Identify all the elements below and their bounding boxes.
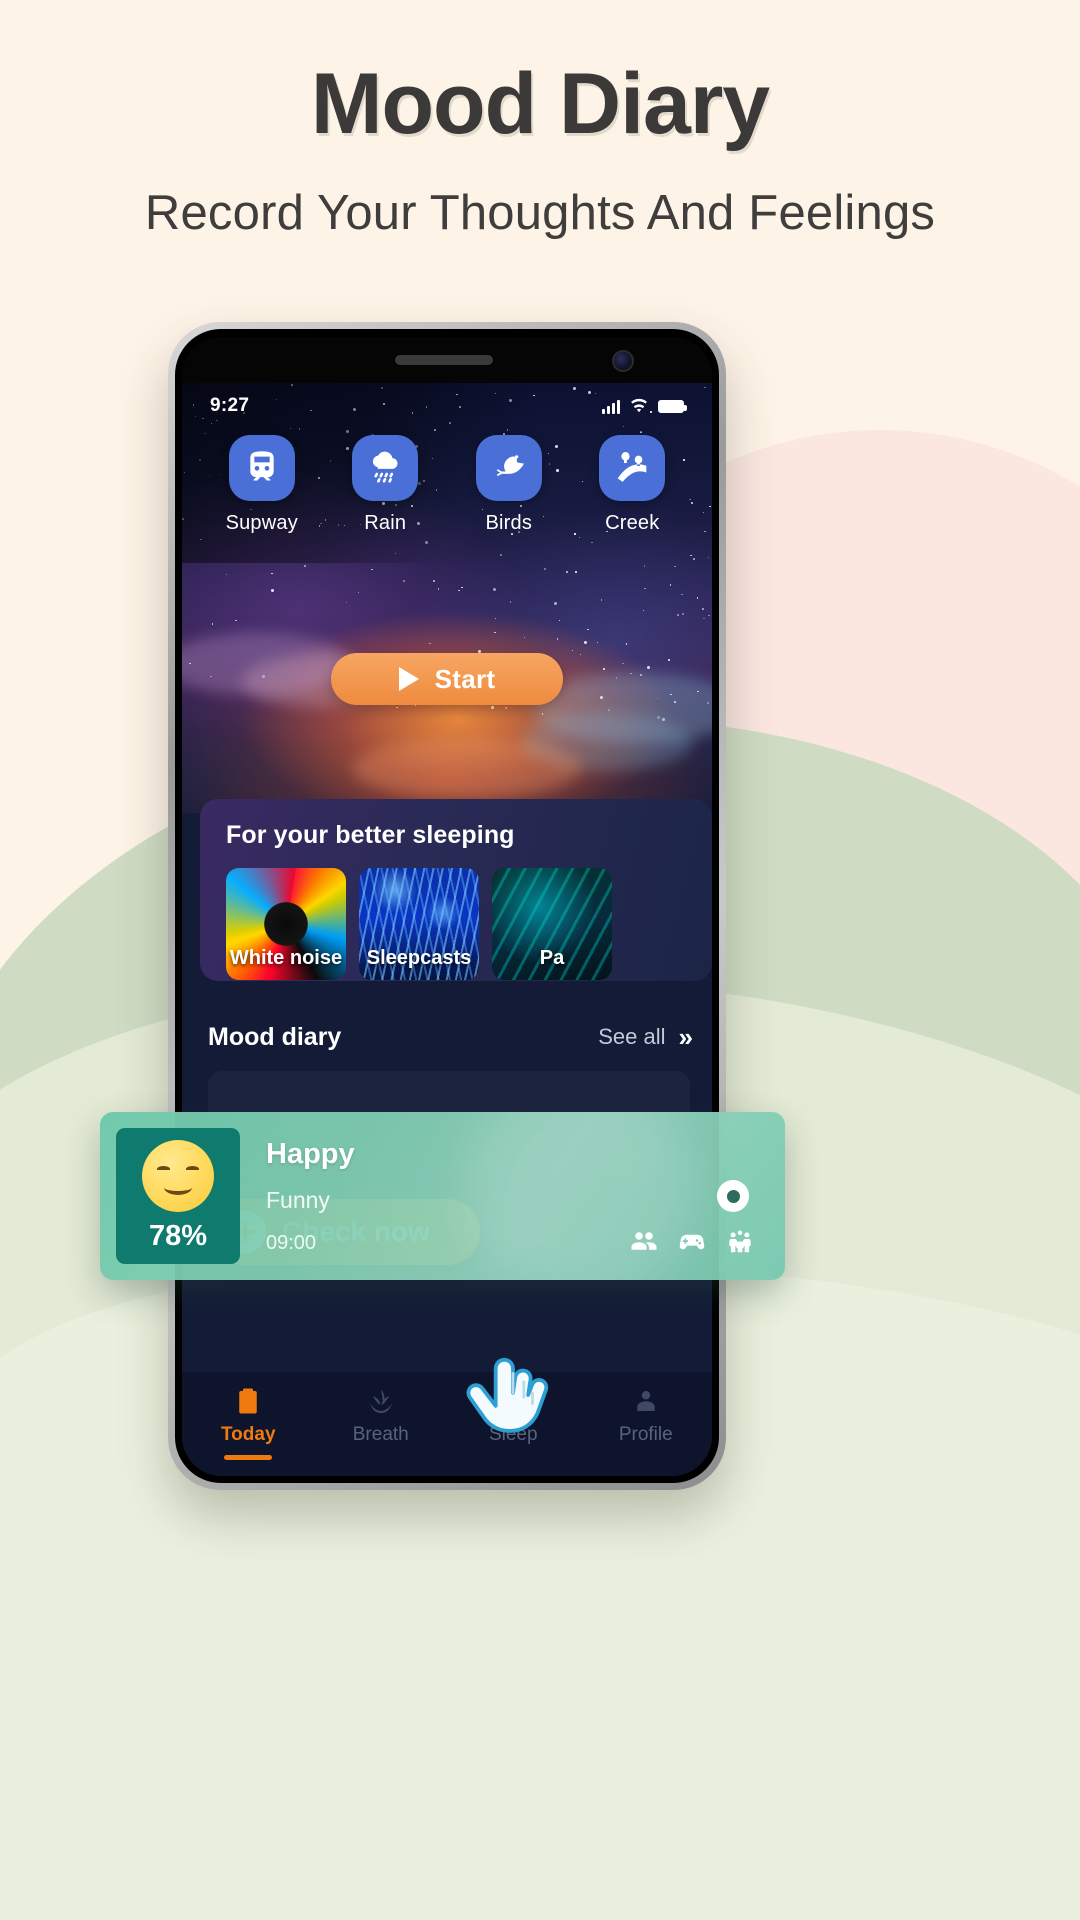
mood-time: 09:00 — [266, 1231, 317, 1254]
emoji-eye-left — [157, 1165, 170, 1172]
play-icon — [398, 667, 419, 691]
lotus-icon — [369, 1389, 392, 1413]
mood-diary-title: Mood diary — [208, 1022, 342, 1051]
better-sleeping-card: For your better sleeping White noise Sle… — [200, 799, 712, 981]
phone-screen: 9:27 Supway Rain Birds Creek Start For y… — [182, 337, 712, 1476]
mood-tag-icons — [629, 1226, 755, 1256]
page-header: Mood Diary Record Your Thoughts And Feel… — [0, 0, 1080, 241]
sound-item-creek[interactable]: Creek — [586, 435, 678, 535]
emoji-eye-right — [186, 1165, 199, 1172]
see-all-label: See all — [598, 1024, 666, 1049]
signal-bars-icon — [602, 399, 620, 414]
bird-icon — [475, 435, 542, 501]
train-icon — [228, 435, 295, 501]
sound-label: Birds — [485, 512, 533, 534]
hand-pointer-icon — [466, 1357, 549, 1433]
page-subtitle: Record Your Thoughts And Feelings — [144, 185, 936, 240]
nav-item-profile[interactable]: Profile — [580, 1386, 713, 1446]
phone-notch — [182, 337, 712, 383]
nav-item-today[interactable]: Today — [182, 1386, 315, 1460]
nav-label: Today — [220, 1424, 276, 1445]
sleep-thumbnail-carousel[interactable]: White noise Sleepcasts Pa — [200, 850, 712, 980]
eye-icon[interactable] — [717, 1180, 749, 1212]
page-title: Mood Diary — [310, 56, 770, 152]
phone-mockup: 9:27 Supway Rain Birds Creek Start For y… — [168, 322, 726, 1490]
wifi-icon — [631, 398, 647, 413]
sound-label: Supway — [225, 512, 298, 534]
sound-item-rain[interactable]: Rain — [339, 435, 431, 535]
nav-label: Breath — [352, 1424, 409, 1445]
people-icon[interactable] — [629, 1226, 659, 1256]
mood-diary-header: Mood diary See all » — [208, 1015, 694, 1059]
see-all-button[interactable]: See all » — [598, 1021, 694, 1053]
sound-item-supway[interactable]: Supway — [216, 435, 308, 535]
battery-full-icon — [658, 399, 687, 413]
status-icons — [602, 396, 687, 416]
better-sleeping-title: For your better sleeping — [226, 821, 515, 849]
sleep-card-label: Sleepcasts — [366, 947, 472, 969]
nav-active-indicator — [224, 1455, 273, 1460]
cloud-center — [352, 738, 582, 798]
sleep-card-sleepcasts[interactable]: Sleepcasts — [359, 868, 479, 980]
earpiece-speaker — [395, 355, 493, 365]
bottom-navigation[interactable]: Today Breath Sleep Profile — [182, 1372, 712, 1476]
mood-name: Happy — [266, 1137, 355, 1170]
sound-shortcuts[interactable]: Supway Rain Birds Creek — [182, 435, 712, 535]
creek-icon — [599, 435, 666, 501]
emoji-mouth — [164, 1180, 192, 1195]
start-button-label: Start — [434, 663, 496, 694]
mood-score-box: 78% — [116, 1128, 240, 1264]
sound-label: Creek — [605, 512, 660, 534]
person-icon — [637, 1391, 655, 1411]
chevron-double-right-icon: » — [678, 1021, 694, 1052]
mood-note: Funny — [266, 1186, 330, 1213]
sound-label: Rain — [364, 512, 407, 534]
start-button[interactable]: Start — [331, 653, 563, 705]
mood-percent: 78% — [148, 1219, 208, 1252]
nav-item-breath[interactable]: Breath — [315, 1386, 448, 1446]
status-time: 9:27 — [210, 395, 250, 416]
gamepad-icon[interactable] — [677, 1226, 707, 1256]
mood-entry-card[interactable]: 78% Happy Funny 09:00 — [100, 1112, 785, 1280]
nav-label: Profile — [618, 1424, 673, 1445]
sound-item-birds[interactable]: Birds — [463, 435, 555, 535]
front-camera-icon — [612, 350, 634, 372]
sleep-card-white-noise[interactable]: White noise — [226, 868, 346, 980]
rain-cloud-icon — [352, 435, 419, 501]
clipboard-icon — [239, 1388, 257, 1414]
family-icon[interactable] — [725, 1226, 755, 1256]
sleep-card-partial[interactable]: Pa — [492, 868, 612, 980]
sleep-card-label: Pa — [539, 947, 565, 969]
mood-details: Happy Funny 09:00 — [266, 1138, 355, 1255]
smiley-happy-icon — [142, 1139, 214, 1212]
sleep-card-label: White noise — [229, 947, 343, 969]
phone-bezel: 9:27 Supway Rain Birds Creek Start For y… — [175, 329, 719, 1483]
status-bar: 9:27 — [182, 389, 712, 423]
